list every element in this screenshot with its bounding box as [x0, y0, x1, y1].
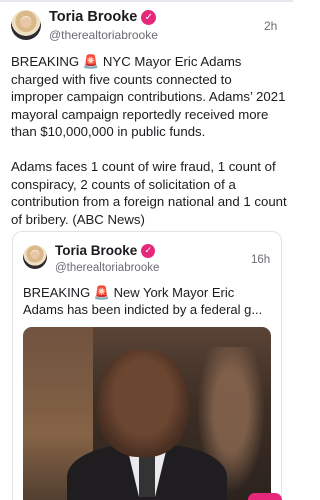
quoted-text-line-1: BREAKING 🚨 New York Mayor Eric: [23, 285, 235, 300]
quoted-author-name[interactable]: Toria Brooke: [55, 243, 137, 258]
photo-subject-head: [97, 349, 189, 457]
quoted-author-row: Toria Brooke ✓: [55, 243, 156, 258]
quoted-text-line-2: Adams has been indicted by a federal g..…: [23, 302, 263, 317]
quoted-author-handle[interactable]: @therealtoriabrooke: [55, 262, 159, 274]
quoted-post-card[interactable]: Toria Brooke ✓ @therealtoriabrooke 16h B…: [12, 231, 282, 500]
post-timestamp[interactable]: 2h: [264, 19, 277, 33]
author-name[interactable]: Toria Brooke: [49, 9, 137, 25]
author-row: Toria Brooke ✓: [49, 9, 157, 25]
verified-check-badge-icon: ✓: [141, 9, 157, 25]
post-body: BREAKING 🚨 NYC Mayor Eric Adams charged …: [11, 54, 287, 227]
avatar[interactable]: [11, 10, 41, 40]
quoted-post-body: BREAKING 🚨 New York Mayor Eric Adams has…: [23, 284, 273, 318]
author-handle[interactable]: @therealtoriabrooke: [49, 28, 158, 42]
verified-check-badge-icon: ✓: [141, 243, 156, 258]
quoted-post-photo[interactable]: [23, 327, 271, 500]
floating-action-button[interactable]: [248, 493, 282, 500]
top-divider: [0, 0, 293, 2]
quoted-avatar[interactable]: [23, 245, 47, 269]
quoted-post-timestamp[interactable]: 16h: [251, 254, 270, 266]
